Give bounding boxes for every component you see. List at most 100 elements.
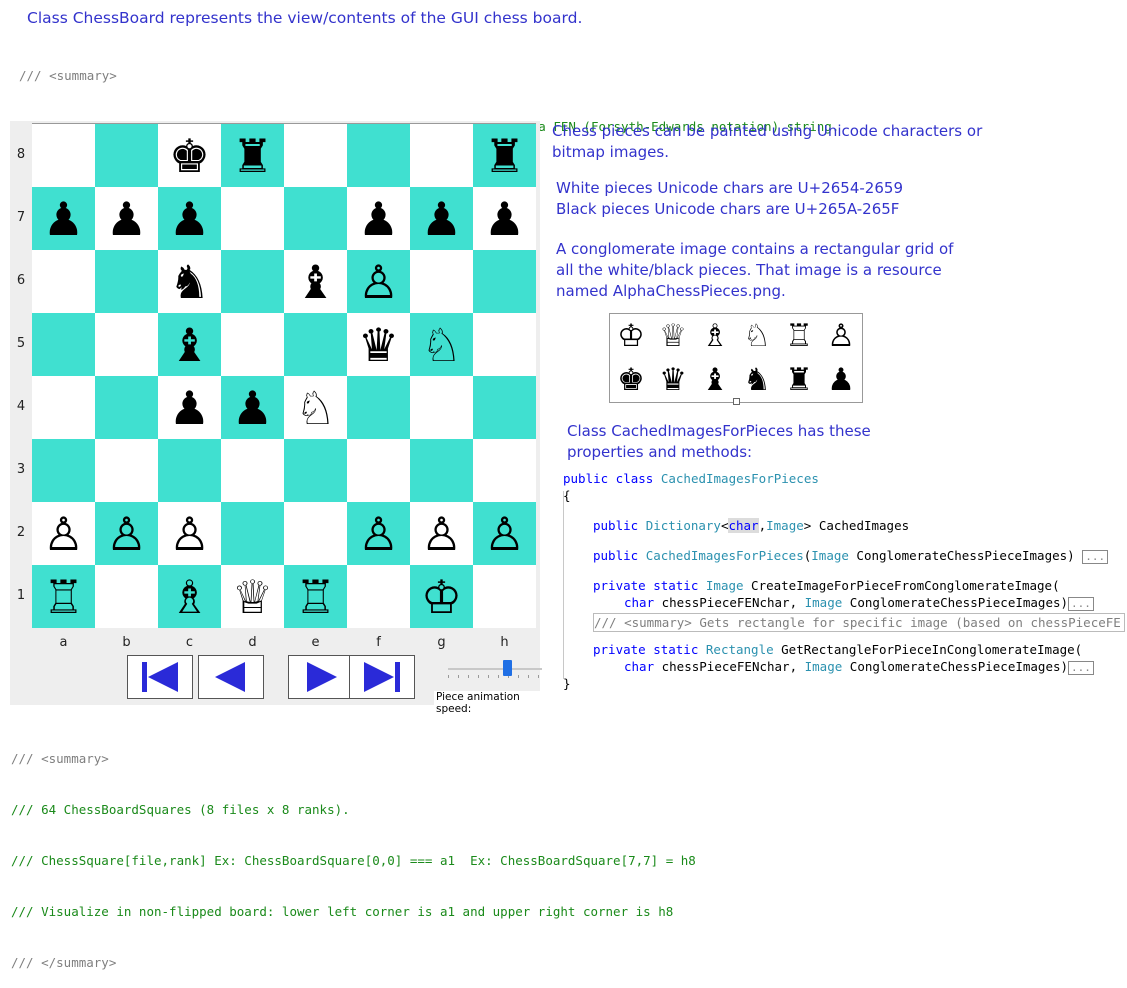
chess-piece[interactable]: ♟: [421, 196, 462, 242]
square-b4[interactable]: [95, 376, 158, 439]
square-f1[interactable]: [347, 565, 410, 628]
chess-piece[interactable]: ♙: [169, 511, 210, 557]
square-e3[interactable]: [284, 439, 347, 502]
chess-piece[interactable]: ♖: [295, 574, 336, 620]
square-d2[interactable]: [221, 502, 284, 565]
square-a8[interactable]: [32, 124, 95, 187]
chess-piece[interactable]: ♞: [169, 259, 210, 305]
square-f5[interactable]: ♛: [347, 313, 410, 376]
chess-piece[interactable]: ♙: [43, 511, 84, 557]
square-g4[interactable]: [410, 376, 473, 439]
square-a7[interactable]: ♟: [32, 187, 95, 250]
chess-piece[interactable]: ♟: [232, 385, 273, 431]
square-d8[interactable]: ♜: [221, 124, 284, 187]
chess-piece[interactable]: ♙: [358, 511, 399, 557]
square-g1[interactable]: ♔: [410, 565, 473, 628]
square-d5[interactable]: [221, 313, 284, 376]
square-h2[interactable]: ♙: [473, 502, 536, 565]
chess-piece[interactable]: ♝: [295, 259, 336, 305]
square-c6[interactable]: ♞: [158, 250, 221, 313]
square-a5[interactable]: [32, 313, 95, 376]
chess-piece[interactable]: ♗: [169, 574, 210, 620]
square-e8[interactable]: [284, 124, 347, 187]
square-g6[interactable]: [410, 250, 473, 313]
square-h5[interactable]: [473, 313, 536, 376]
square-c2[interactable]: ♙: [158, 502, 221, 565]
chess-piece[interactable]: ♟: [169, 385, 210, 431]
square-g2[interactable]: ♙: [410, 502, 473, 565]
square-a3[interactable]: [32, 439, 95, 502]
square-f4[interactable]: [347, 376, 410, 439]
square-e6[interactable]: ♝: [284, 250, 347, 313]
square-b1[interactable]: [95, 565, 158, 628]
square-b5[interactable]: [95, 313, 158, 376]
square-h8[interactable]: ♜: [473, 124, 536, 187]
square-b7[interactable]: ♟: [95, 187, 158, 250]
chess-piece[interactable]: ♟: [43, 196, 84, 242]
collapsed-region-button[interactable]: ...: [1082, 550, 1109, 564]
square-d3[interactable]: [221, 439, 284, 502]
square-c7[interactable]: ♟: [158, 187, 221, 250]
chess-piece[interactable]: ♙: [106, 511, 147, 557]
chess-piece[interactable]: ♜: [232, 133, 273, 179]
chess-piece[interactable]: ♟: [169, 196, 210, 242]
square-h3[interactable]: [473, 439, 536, 502]
chess-piece[interactable]: ♜: [484, 133, 525, 179]
collapsed-region-button[interactable]: ...: [1068, 597, 1094, 611]
animation-speed-slider[interactable]: [444, 653, 546, 683]
square-c1[interactable]: ♗: [158, 565, 221, 628]
chess-piece[interactable]: ♘: [295, 385, 336, 431]
square-g3[interactable]: [410, 439, 473, 502]
chess-board[interactable]: ♚ ♜ ♜ ♟ ♟ ♟ ♟ ♟ ♟ ♞ ♝ ♙ ♝ ♛ ♘ ♟ ♟ ♘ ♙ ♙ ♙ ♙ ♙ ♙ ♖ ♗ ♕ ♖ ♔: [32, 123, 536, 628]
square-e5[interactable]: [284, 313, 347, 376]
chess-piece[interactable]: ♘: [421, 322, 462, 368]
square-e2[interactable]: [284, 502, 347, 565]
square-a6[interactable]: [32, 250, 95, 313]
square-b3[interactable]: [95, 439, 158, 502]
square-g7[interactable]: ♟: [410, 187, 473, 250]
square-h4[interactable]: [473, 376, 536, 439]
square-e1[interactable]: ♖: [284, 565, 347, 628]
chess-piece[interactable]: ♙: [484, 511, 525, 557]
square-c4[interactable]: ♟: [158, 376, 221, 439]
square-e4[interactable]: ♘: [284, 376, 347, 439]
chess-piece[interactable]: ♝: [169, 322, 210, 368]
square-h7[interactable]: ♟: [473, 187, 536, 250]
square-f2[interactable]: ♙: [347, 502, 410, 565]
chess-piece[interactable]: ♙: [358, 259, 399, 305]
square-b8[interactable]: [95, 124, 158, 187]
square-g5[interactable]: ♘: [410, 313, 473, 376]
chess-piece[interactable]: ♚: [169, 133, 210, 179]
square-f3[interactable]: [347, 439, 410, 502]
square-b6[interactable]: [95, 250, 158, 313]
square-f7[interactable]: ♟: [347, 187, 410, 250]
square-d6[interactable]: [221, 250, 284, 313]
square-c8[interactable]: ♚: [158, 124, 221, 187]
square-g8[interactable]: [410, 124, 473, 187]
square-c5[interactable]: ♝: [158, 313, 221, 376]
chess-piece[interactable]: ♛: [358, 322, 399, 368]
square-h6[interactable]: [473, 250, 536, 313]
square-f8[interactable]: [347, 124, 410, 187]
previous-move-button[interactable]: [198, 655, 264, 699]
square-a4[interactable]: [32, 376, 95, 439]
square-f6[interactable]: ♙: [347, 250, 410, 313]
chess-piece[interactable]: ♟: [358, 196, 399, 242]
square-b2[interactable]: ♙: [95, 502, 158, 565]
square-e7[interactable]: [284, 187, 347, 250]
chess-piece[interactable]: ♕: [232, 574, 273, 620]
chess-piece[interactable]: ♙: [421, 511, 462, 557]
next-move-button[interactable]: [288, 655, 354, 699]
chess-piece[interactable]: ♟: [484, 196, 525, 242]
last-move-button[interactable]: [349, 655, 415, 699]
collapsed-summary-comment[interactable]: /// <summary> Gets rectangle for specifi…: [593, 613, 1125, 632]
square-a2[interactable]: ♙: [32, 502, 95, 565]
square-d4[interactable]: ♟: [221, 376, 284, 439]
chess-piece[interactable]: ♖: [43, 574, 84, 620]
square-a1[interactable]: ♖: [32, 565, 95, 628]
slider-thumb[interactable]: [503, 660, 512, 676]
collapsed-region-button[interactable]: ...: [1068, 661, 1094, 675]
square-c3[interactable]: [158, 439, 221, 502]
image-resize-handle[interactable]: [733, 398, 740, 405]
square-d7[interactable]: [221, 187, 284, 250]
